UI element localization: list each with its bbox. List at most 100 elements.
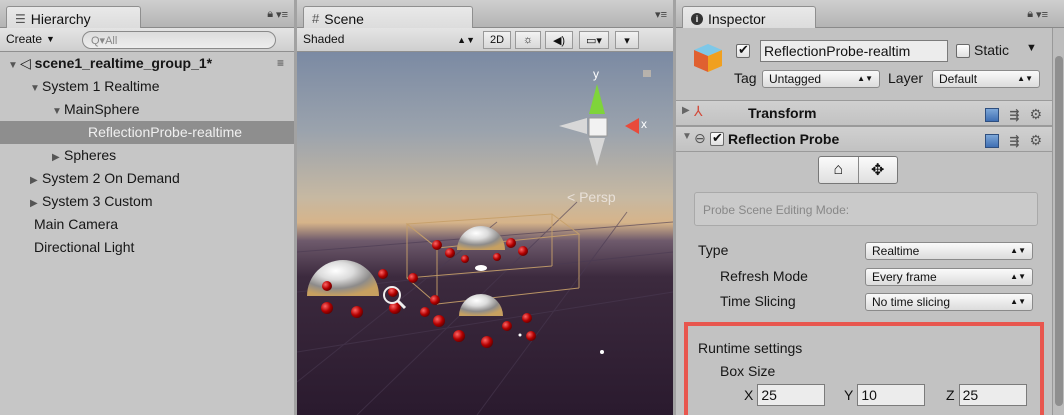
help-book-icon[interactable]: [985, 107, 1000, 122]
hierarchy-item-label: Spheres: [64, 147, 117, 163]
tag-dropdown[interactable]: Untagged ▲▼: [762, 70, 880, 88]
scene-tab-menu[interactable]: ▾≡: [655, 8, 667, 21]
reflection-probe-header[interactable]: ▼ ⊖ Reflection Probe ⇶ ⚙: [676, 126, 1052, 152]
gizmo-y-axis[interactable]: [589, 84, 605, 114]
shading-mode-select[interactable]: Shaded ▲▼: [303, 32, 475, 49]
gizmos-button[interactable]: ▾: [615, 31, 639, 49]
move-icon: ✥: [871, 162, 885, 179]
hierarchy-tree: ▼ ◁ scene1_realtime_group_1* ≡ ▼ System 1 Re…: [0, 52, 294, 415]
hierarchy-item[interactable]: Main Camera: [0, 213, 294, 236]
create-button-label: Create: [6, 32, 43, 46]
menu-icon[interactable]: ▾≡: [655, 8, 667, 21]
hierarchy-item[interactable]: ReflectionProbe-realtime: [0, 121, 294, 144]
time-slicing-dropdown[interactable]: No time slicing ▲▼: [865, 293, 1033, 311]
box-size-label: Box Size: [720, 363, 776, 379]
scene-panel: # Scene ▾≡ Shaded ▲▼ 2D ☼ ◀) ▭▾ ▾ y x < …: [297, 0, 673, 415]
hierarchy-item[interactable]: ▶ System 2 On Demand: [0, 167, 294, 190]
scene-viewport[interactable]: y x < Persp: [297, 52, 673, 415]
dropdown-arrows-icon: ▲▼: [1010, 246, 1026, 255]
static-label: Static: [974, 42, 1010, 58]
hierarchy-item-label: System 1 Realtime: [42, 78, 160, 94]
expand-arrow-right-icon[interactable]: ▶: [30, 169, 42, 192]
active-checkbox[interactable]: [736, 42, 750, 58]
layer-dropdown[interactable]: Default ▲▼: [932, 70, 1040, 88]
gizmo-x-label: x: [641, 117, 647, 131]
expand-arrow-icon[interactable]: ▶: [682, 105, 690, 116]
collapse-arrow-icon[interactable]: ▼: [682, 131, 692, 142]
box-size-x: X 25: [744, 384, 826, 406]
gameobject-cube-icon: [694, 44, 722, 72]
lock-icon[interactable]: 🔒︎: [267, 8, 273, 21]
probe-icon: ⊖: [694, 130, 706, 146]
static-checkbox[interactable]: [956, 44, 970, 58]
gear-icon[interactable]: ⚙: [1029, 132, 1042, 149]
speaker-icon: ◀): [552, 34, 566, 47]
object-name-field[interactable]: ReflectionProbe-realtim: [760, 40, 948, 62]
hierarchy-tab-menu[interactable]: 🔒︎ ▾≡: [267, 8, 288, 21]
hierarchy-item[interactable]: Directional Light: [0, 236, 294, 259]
type-label: Type: [698, 242, 729, 258]
hierarchy-icon: ☰: [15, 11, 26, 26]
box-size-z-field[interactable]: 25: [958, 384, 1027, 406]
box-size-y-field[interactable]: 10: [857, 384, 926, 406]
gizmo-x-axis[interactable]: [625, 118, 639, 134]
hierarchy-item[interactable]: ▼ MainSphere: [0, 98, 294, 121]
effects-toggle-button[interactable]: ▭▾: [579, 31, 609, 49]
dropdown-arrows-icon: ▲▼: [1010, 297, 1026, 306]
scrollbar-thumb[interactable]: [1055, 56, 1063, 406]
chevron-down-icon: ▲▼: [457, 35, 475, 45]
lock-icon[interactable]: 🔒︎: [1027, 8, 1033, 21]
expand-arrow-right-icon[interactable]: ▶: [30, 192, 42, 215]
transform-header[interactable]: ▶ ⅄ Transform ⇶ ⚙: [676, 100, 1052, 126]
hierarchy-item-label: Main Camera: [34, 216, 119, 232]
shading-mode-value: Shaded: [303, 32, 345, 46]
lighting-toggle-button[interactable]: ☼: [515, 31, 541, 49]
editing-mode-helpbox: Probe Scene Editing Mode:: [694, 192, 1038, 226]
refresh-mode-dropdown[interactable]: Every frame ▲▼: [865, 268, 1033, 286]
inspector-tab-menu[interactable]: 🔒︎ ▾≡: [1027, 8, 1048, 21]
transform-axes-icon: ⅄: [694, 103, 703, 119]
scene-root-item[interactable]: ▼ ◁ scene1_realtime_group_1* ≡: [0, 52, 294, 75]
edit-bounds-button[interactable]: ⌂: [819, 157, 859, 183]
hierarchy-item[interactable]: ▶ System 3 Custom: [0, 190, 294, 213]
gear-icon[interactable]: ⚙: [1029, 106, 1042, 123]
expand-arrow-down-icon[interactable]: ▼: [52, 100, 64, 123]
menu-icon[interactable]: ▾≡: [276, 8, 288, 21]
scene-tab-label: Scene: [324, 10, 364, 27]
create-button[interactable]: Create ▼: [6, 32, 55, 46]
hierarchy-item[interactable]: ▼ System 1 Realtime: [0, 75, 294, 98]
hierarchy-tab-label: Hierarchy: [30, 10, 91, 27]
box-size-x-field[interactable]: 25: [757, 384, 826, 406]
2d-toggle-button[interactable]: 2D: [483, 31, 511, 49]
tab-inspector[interactable]: i Inspector: [682, 6, 816, 28]
transform-icons: ⇶ ⚙: [985, 106, 1042, 123]
inspector-scrollbar[interactable]: [1052, 28, 1064, 415]
sun-icon: ☼: [522, 34, 534, 46]
runtime-settings-label: Runtime settings: [698, 340, 803, 356]
expand-arrow-down-icon[interactable]: ▼: [30, 77, 42, 100]
preset-sliders-icon[interactable]: ⇶: [1009, 108, 1019, 122]
search-input[interactable]: Q▾All: [82, 31, 276, 49]
preset-sliders-icon[interactable]: ⇶: [1009, 134, 1019, 148]
tab-hierarchy[interactable]: ☰ Hierarchy: [6, 6, 141, 28]
scene-graphics: y x: [297, 67, 673, 415]
expand-arrow-right-icon[interactable]: ▶: [52, 146, 64, 169]
audio-toggle-button[interactable]: ◀): [545, 31, 573, 49]
type-dropdown[interactable]: Realtime ▲▼: [865, 242, 1033, 260]
type-value: Realtime: [872, 244, 920, 258]
move-origin-button[interactable]: ✥: [859, 157, 898, 183]
chevron-down-icon[interactable]: ▼: [1026, 42, 1037, 54]
projection-label[interactable]: < Persp: [567, 189, 616, 205]
scene-menu-icon[interactable]: ≡: [277, 52, 284, 75]
expand-arrow-down-icon[interactable]: ▼: [8, 54, 20, 77]
box-size-y: Y 10: [844, 384, 926, 406]
tab-scene[interactable]: # Scene: [303, 6, 473, 28]
hierarchy-toolbar: Create ▼ Q▾All: [0, 28, 294, 52]
help-book-icon[interactable]: [985, 133, 1000, 148]
menu-icon[interactable]: ▾≡: [1036, 8, 1048, 21]
probe-enabled-checkbox[interactable]: [710, 130, 724, 146]
2d-label: 2D: [489, 34, 505, 46]
hierarchy-item[interactable]: ▶ Spheres: [0, 144, 294, 167]
probe-title: Reflection Probe: [728, 131, 840, 147]
hierarchy-item-label: ReflectionProbe-realtime: [88, 124, 243, 140]
